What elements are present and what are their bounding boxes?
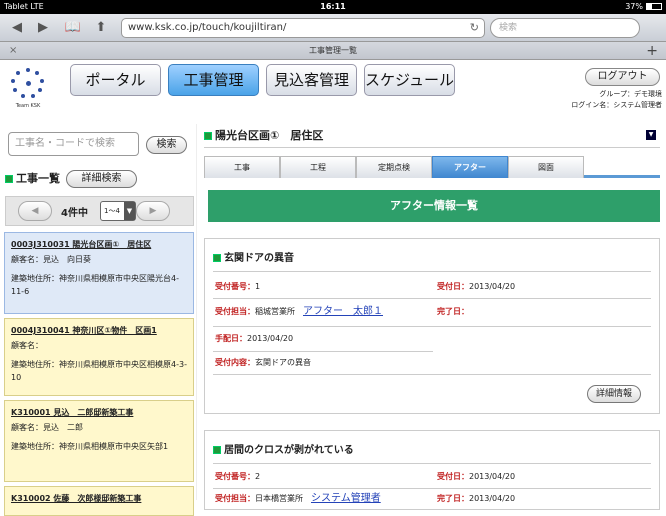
green-square-icon <box>204 132 212 140</box>
result-count: 4件中 <box>61 208 88 219</box>
nav-portal[interactable]: ポータル <box>70 64 161 96</box>
battery-indicator: 37% <box>625 0 662 14</box>
arrange-date: 手配日：2013/04/20 <box>215 334 294 343</box>
share-icon[interactable]: ⬆ <box>92 18 110 38</box>
detail-info-button[interactable]: 詳細情報 <box>587 385 641 403</box>
prev-page-icon[interactable]: ◀ <box>18 201 52 221</box>
tab-title: 工事管理一覧 <box>309 46 357 55</box>
record-title: 居間のクロスが剥がれている <box>213 441 354 456</box>
search-button[interactable]: 検索 <box>146 136 187 154</box>
item-address: 建築地住所：神奈川県相模原市中央区陽光台4-11-6 <box>11 274 179 296</box>
detail-search-button[interactable]: 詳細検索 <box>66 170 137 188</box>
main-panel: 陽光台区画① 居住区 ▼ 工事 工程 定期点検 アフター 図面 アフター情報一覧… <box>200 124 666 510</box>
bookmarks-icon[interactable]: 📖 <box>62 18 84 38</box>
sidebar: 工事名・コードで検索 検索 工事一覧 詳細検索 ◀ 4件中 1〜4 ▼ ▶ 000… <box>0 124 196 516</box>
receipt-date: 受付日：2013/04/20 <box>437 282 516 291</box>
staff-link[interactable]: アフター 太郎１ <box>303 306 383 317</box>
logo-text: Team KSK <box>15 103 41 109</box>
app-header: Team KSK ポータル 工事管理 見込客管理 スケジュール ログアウト グル… <box>0 60 666 120</box>
green-square-icon <box>213 254 221 262</box>
completion-date: 完了日： <box>437 307 469 316</box>
logo: Team KSK <box>8 66 48 112</box>
back-icon[interactable]: ◀ <box>8 18 26 38</box>
receipt-number: 受付番号：1 <box>215 282 261 291</box>
group-label: グループ：デモ環境 <box>599 90 662 98</box>
item-title[interactable]: K310002 佐藤 次郎様邸新築工事 <box>11 492 187 505</box>
record-title: 玄関ドアの異音 <box>213 249 294 264</box>
list-item[interactable]: K310002 佐藤 次郎様邸新築工事 <box>4 486 194 516</box>
staff-link[interactable]: システム管理者 <box>311 493 381 504</box>
close-tab-icon[interactable]: × <box>9 42 17 60</box>
list-item[interactable]: 0003J310031 陽光台区画① 居住区 顧客名：見込 向日葵 建築地住所：… <box>4 232 194 314</box>
item-address: 建築地住所：神奈川県相模原市中央区相模原4-3-10 <box>11 360 187 382</box>
browser-toolbar: ◀ ▶ 📖 ⬆ www.ksk.co.jp/touch/koujiltiran/… <box>0 14 666 42</box>
receipt-staff: 受付担当：日本橋営業所 システム管理者 <box>215 493 381 504</box>
pager: ◀ 4件中 1〜4 ▼ ▶ <box>5 196 194 226</box>
tab-bar: 工事 工程 定期点検 アフター 図面 <box>204 156 660 178</box>
url-bar[interactable]: www.ksk.co.jp/touch/koujiltiran/ ↻ <box>121 18 485 38</box>
divider <box>196 124 197 500</box>
receipt-content: 受付内容：玄関ドアの異音 <box>215 358 311 367</box>
url-text: www.ksk.co.jp/touch/koujiltiran/ <box>128 22 287 33</box>
collapse-icon[interactable]: ▼ <box>646 130 656 140</box>
forward-icon[interactable]: ▶ <box>34 18 52 38</box>
nav-prospects[interactable]: 見込客管理 <box>266 64 357 96</box>
tab-construction[interactable]: 工事 <box>204 156 280 178</box>
item-client: 顧客名：見込 二郎 <box>11 423 83 432</box>
user-info: グループ：デモ環境 ログイン名：システム管理者 <box>571 89 662 111</box>
green-square-icon <box>5 175 13 183</box>
logout-button[interactable]: ログアウト <box>585 68 660 86</box>
clock: 16:11 <box>320 2 346 11</box>
section-banner: アフター情報一覧 <box>208 190 660 222</box>
browser-tab[interactable]: × 工事管理一覧 + <box>0 42 666 60</box>
tab-process[interactable]: 工程 <box>280 156 356 178</box>
battery-icon <box>646 3 662 10</box>
next-page-icon[interactable]: ▶ <box>136 201 170 221</box>
range-select[interactable]: 1〜4 ▼ <box>100 201 136 221</box>
list-item[interactable]: K310001 見込 二郎邸新築工事 顧客名：見込 二郎 建築地住所：神奈川県相… <box>4 400 194 482</box>
search-input[interactable]: 工事名・コードで検索 <box>8 132 139 156</box>
item-client: 顧客名：見込 向日葵 <box>11 255 91 264</box>
list-title: 工事一覧 <box>5 172 60 186</box>
chevron-down-icon: ▼ <box>124 202 135 220</box>
after-record: 玄関ドアの異音 受付番号：1 受付日：2013/04/20 受付担当：稲城営業所… <box>204 238 660 414</box>
nav-schedule[interactable]: スケジュール <box>364 64 455 96</box>
reload-icon[interactable]: ↻ <box>470 19 479 37</box>
list-item[interactable]: 0004J310041 神奈川区①物件 区画1 顧客名： 建築地住所：神奈川県相… <box>4 318 194 396</box>
new-tab-icon[interactable]: + <box>646 42 658 60</box>
item-title[interactable]: 0003J310031 陽光台区画① 居住区 <box>11 238 187 251</box>
receipt-date: 受付日：2013/04/20 <box>437 472 516 481</box>
login-name-label: ログイン名：システム管理者 <box>571 101 662 109</box>
tab-inspection[interactable]: 定期点検 <box>356 156 432 178</box>
status-bar: Tablet LTE 16:11 37% <box>0 0 666 14</box>
item-title[interactable]: K310001 見込 二郎邸新築工事 <box>11 406 187 419</box>
item-title[interactable]: 0004J310041 神奈川区①物件 区画1 <box>11 324 187 337</box>
browser-search-input[interactable]: 検索 <box>490 18 640 38</box>
item-address: 建築地住所：神奈川県相模原市中央区矢部1 <box>11 442 169 451</box>
receipt-staff: 受付担当：稲城営業所 アフター 太郎１ <box>215 306 383 317</box>
page-title: 陽光台区画① 居住区 ▼ <box>204 128 660 148</box>
after-record: 居間のクロスが剥がれている 受付番号：2 受付日：2013/04/20 受付担当… <box>204 430 660 510</box>
completion-date: 完了日：2013/04/20 <box>437 494 516 503</box>
receipt-number: 受付番号：2 <box>215 472 261 481</box>
tab-drawings[interactable]: 図面 <box>508 156 584 178</box>
green-square-icon <box>213 446 221 454</box>
tab-after[interactable]: アフター <box>432 156 508 178</box>
item-client: 顧客名： <box>11 341 43 350</box>
nav-construction[interactable]: 工事管理 <box>168 64 259 96</box>
